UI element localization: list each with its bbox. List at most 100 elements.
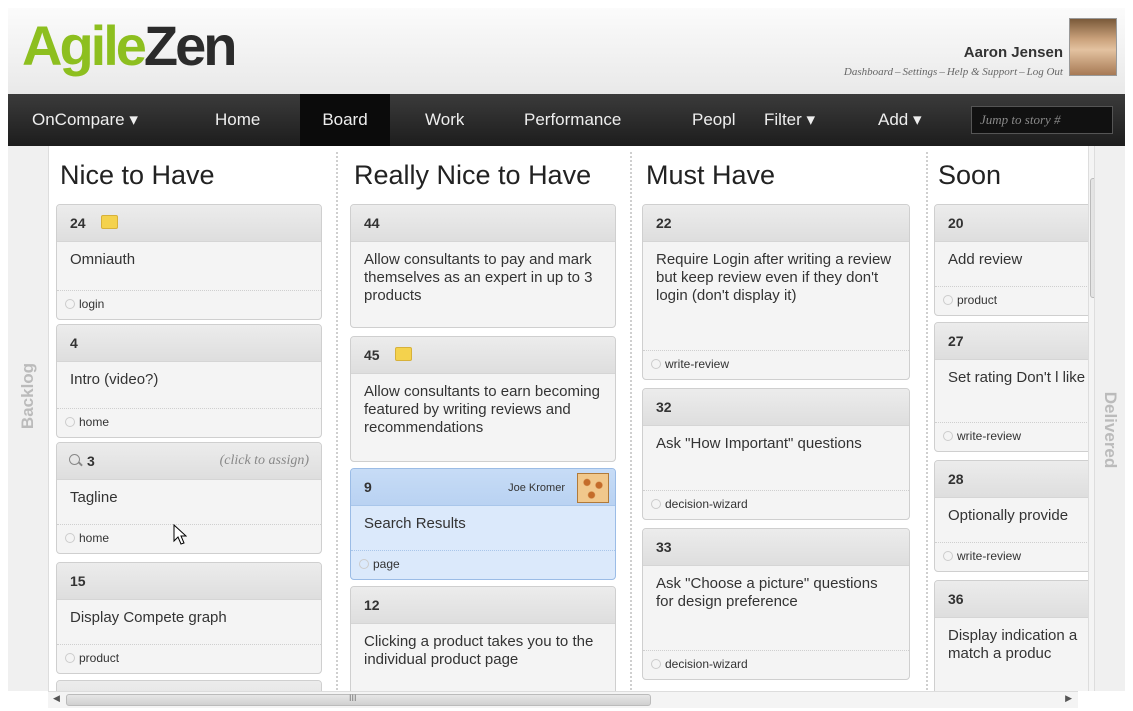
- tag-icon: [65, 653, 75, 663]
- tag-label[interactable]: decision-wizard: [665, 657, 748, 671]
- tag-icon: [65, 417, 75, 427]
- agilezen-logo[interactable]: AgileZen: [22, 18, 237, 74]
- story-card[interactable]: 4 Intro (video?) home: [56, 324, 322, 438]
- delivered-sidebar[interactable]: Delivered: [1094, 146, 1125, 691]
- scroll-right-arrow-icon[interactable]: ▶: [1065, 693, 1072, 704]
- jump-to-story-input[interactable]: [971, 106, 1113, 134]
- logo-agile: Agile: [22, 14, 147, 77]
- story-number: 22: [656, 215, 672, 231]
- card-tag: write-review: [935, 542, 1088, 571]
- scroll-left-arrow-icon[interactable]: ◀: [53, 693, 60, 704]
- tag-label[interactable]: decision-wizard: [665, 497, 748, 511]
- card-header: [57, 681, 321, 691]
- click-to-assign-link[interactable]: (click to assign): [220, 453, 309, 469]
- tag-label[interactable]: write-review: [957, 549, 1021, 563]
- story-title: Ask "How Important" questions: [656, 435, 862, 452]
- nav-work[interactable]: Work: [425, 94, 464, 146]
- story-card[interactable]: 44 Allow consultants to pay and mark the…: [350, 204, 616, 328]
- column-title: Must Have: [646, 160, 776, 190]
- story-card[interactable]: 28 Optionally provide write-review: [934, 460, 1088, 572]
- link-separator: –: [939, 66, 945, 78]
- nav-performance[interactable]: Performance: [524, 94, 621, 146]
- nav-project-menu[interactable]: OnCompare ▾: [32, 94, 138, 146]
- story-title: Set rating Don't l like: [948, 369, 1086, 386]
- card-header: 27: [935, 323, 1088, 360]
- tag-label[interactable]: home: [79, 415, 109, 429]
- story-card[interactable]: 22 Require Login after writing a review …: [642, 204, 910, 380]
- dashboard-link[interactable]: Dashboard: [844, 66, 893, 78]
- card-header: 44: [351, 205, 615, 242]
- story-title: Allow consultants to earn becoming featu…: [364, 383, 600, 436]
- story-card[interactable]: 45 Allow consultants to earn becoming fe…: [350, 336, 616, 462]
- column-must-have: Must Have 22 Require Login after writing…: [636, 146, 918, 691]
- story-card[interactable]: 20 Add review product: [934, 204, 1088, 316]
- card-header: 32: [643, 389, 909, 426]
- story-card[interactable]: 36 Display indication a match a produc: [934, 580, 1088, 691]
- story-card[interactable]: 27 Set rating Don't l like write-review: [934, 322, 1088, 452]
- story-card[interactable]: 12 Clicking a product takes you to the i…: [350, 586, 616, 691]
- card-header: 4: [57, 325, 321, 362]
- nav-add[interactable]: Add ▾: [878, 94, 922, 146]
- card-header: 3 (click to assign): [57, 443, 321, 480]
- tag-label[interactable]: home: [79, 531, 109, 545]
- tag-icon: [65, 299, 75, 309]
- board: Backlog Nice to Have 24 Omniauth login 4: [8, 146, 1125, 691]
- link-separator: –: [1019, 66, 1025, 78]
- story-title: Search Results: [364, 515, 466, 532]
- story-card-selected[interactable]: 9 Joe Kromer Search Results page: [350, 468, 616, 580]
- nav-board[interactable]: Board: [300, 94, 390, 146]
- column-title: Soon: [938, 160, 1002, 190]
- story-card[interactable]: 24 Omniauth login: [56, 204, 322, 320]
- card-tag: login: [57, 290, 321, 319]
- story-card[interactable]: 33 Ask "Choose a picture" questions for …: [642, 528, 910, 680]
- story-title: Optionally provide: [948, 507, 1069, 524]
- story-number: 24: [70, 215, 86, 231]
- header: AgileZen Aaron Jensen Dashboard – Settings…: [8, 8, 1125, 95]
- tag-icon: [943, 431, 953, 441]
- tag-label[interactable]: login: [79, 297, 104, 311]
- story-title: Require Login after writing a review but…: [656, 251, 892, 304]
- story-title: Tagline: [70, 489, 118, 506]
- settings-link[interactable]: Settings: [903, 66, 938, 78]
- backlog-sidebar[interactable]: Backlog: [8, 146, 49, 691]
- link-separator: –: [895, 66, 901, 78]
- card-tag: decision-wizard: [643, 650, 909, 679]
- tag-icon: [943, 295, 953, 305]
- horizontal-scroll-thumb[interactable]: III: [66, 693, 651, 706]
- story-card[interactable]: 15 Display Compete graph product: [56, 562, 322, 674]
- tag-icon: [943, 551, 953, 561]
- card-tag: product: [935, 286, 1088, 315]
- nav-home[interactable]: Home: [215, 94, 260, 146]
- card-header: 45: [351, 337, 615, 374]
- story-number: 36: [948, 591, 964, 607]
- tag-label[interactable]: product: [79, 651, 119, 665]
- story-card-partial[interactable]: [56, 680, 322, 691]
- agilezen-window: AgileZen Aaron Jensen Dashboard – Settings…: [0, 0, 1133, 711]
- story-number: 12: [364, 597, 380, 613]
- card-tag: home: [57, 524, 321, 553]
- magnifier-icon: [69, 454, 80, 465]
- story-card[interactable]: 32 Ask "How Important" questions decisio…: [642, 388, 910, 520]
- story-title: Omniauth: [70, 251, 136, 268]
- help-support-link[interactable]: Help & Support: [947, 66, 1017, 78]
- tag-label[interactable]: write-review: [957, 429, 1021, 443]
- user-avatar[interactable]: [1069, 18, 1117, 76]
- nav-people[interactable]: Peopl: [692, 94, 738, 146]
- scroll-grip: III: [349, 693, 357, 703]
- card-header: 20: [935, 205, 1088, 242]
- tag-label[interactable]: write-review: [665, 357, 729, 371]
- tag-label[interactable]: page: [373, 557, 400, 571]
- mouse-cursor-icon: [173, 524, 187, 545]
- story-owner-name: Joe Kromer: [508, 482, 565, 494]
- tag-icon: [651, 659, 661, 669]
- tag-icon: [359, 559, 369, 569]
- story-title: Display indication a match a produc: [948, 627, 1078, 662]
- story-number: 45: [364, 347, 380, 363]
- horizontal-scrollbar[interactable]: ◀ III ▶: [48, 691, 1078, 708]
- logout-link[interactable]: Log Out: [1027, 66, 1063, 78]
- tag-icon: [65, 533, 75, 543]
- tag-icon: [651, 359, 661, 369]
- tag-label[interactable]: product: [957, 293, 997, 307]
- story-card[interactable]: 3 (click to assign) Tagline home: [56, 442, 322, 554]
- nav-filter[interactable]: Filter ▾: [764, 94, 815, 146]
